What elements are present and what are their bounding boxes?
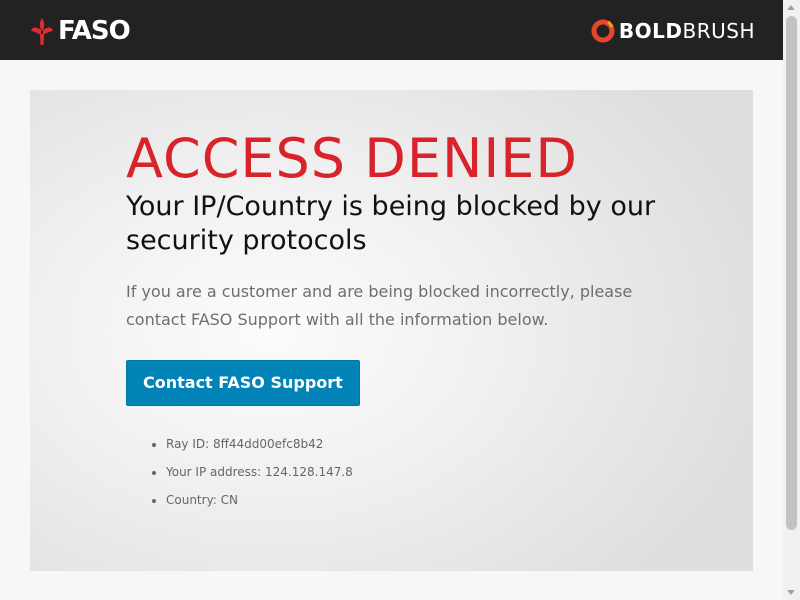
help-message: If you are a customer and are being bloc… bbox=[126, 282, 633, 329]
access-denied-panel: ACCESS DENIED Your IP/Country is being b… bbox=[30, 90, 753, 571]
request-info-list: Ray ID: 8ff44dd00efc8b42 Your IP address… bbox=[126, 430, 686, 514]
faso-logo-text: FASO bbox=[58, 16, 131, 46]
ip-address-item: Your IP address: 124.128.147.8 bbox=[166, 458, 686, 486]
page-subtitle: Your IP/Country is being blocked by our … bbox=[126, 191, 656, 256]
contact-support-button[interactable]: Contact FASO Support bbox=[126, 360, 360, 406]
vertical-scrollbar[interactable] bbox=[783, 0, 800, 600]
header: FASO BOLD BRUSH bbox=[0, 0, 783, 60]
country-item: Country: CN bbox=[166, 486, 686, 514]
faso-fleur-icon bbox=[31, 18, 53, 45]
boldbrush-logo[interactable]: BOLD BRUSH bbox=[591, 17, 755, 45]
boldbrush-ring-icon bbox=[591, 19, 615, 43]
boldbrush-logo-light: BRUSH bbox=[682, 19, 755, 43]
scroll-up-icon[interactable] bbox=[787, 5, 795, 10]
ray-id-item: Ray ID: 8ff44dd00efc8b42 bbox=[166, 430, 686, 458]
scroll-thumb[interactable] bbox=[786, 16, 797, 530]
boldbrush-logo-bold: BOLD bbox=[618, 19, 683, 43]
scroll-down-icon[interactable] bbox=[787, 590, 795, 595]
access-denied-content: ACCESS DENIED Your IP/Country is being b… bbox=[126, 128, 686, 514]
page-title: ACCESS DENIED bbox=[126, 127, 578, 190]
faso-logo[interactable]: FASO bbox=[30, 14, 131, 48]
